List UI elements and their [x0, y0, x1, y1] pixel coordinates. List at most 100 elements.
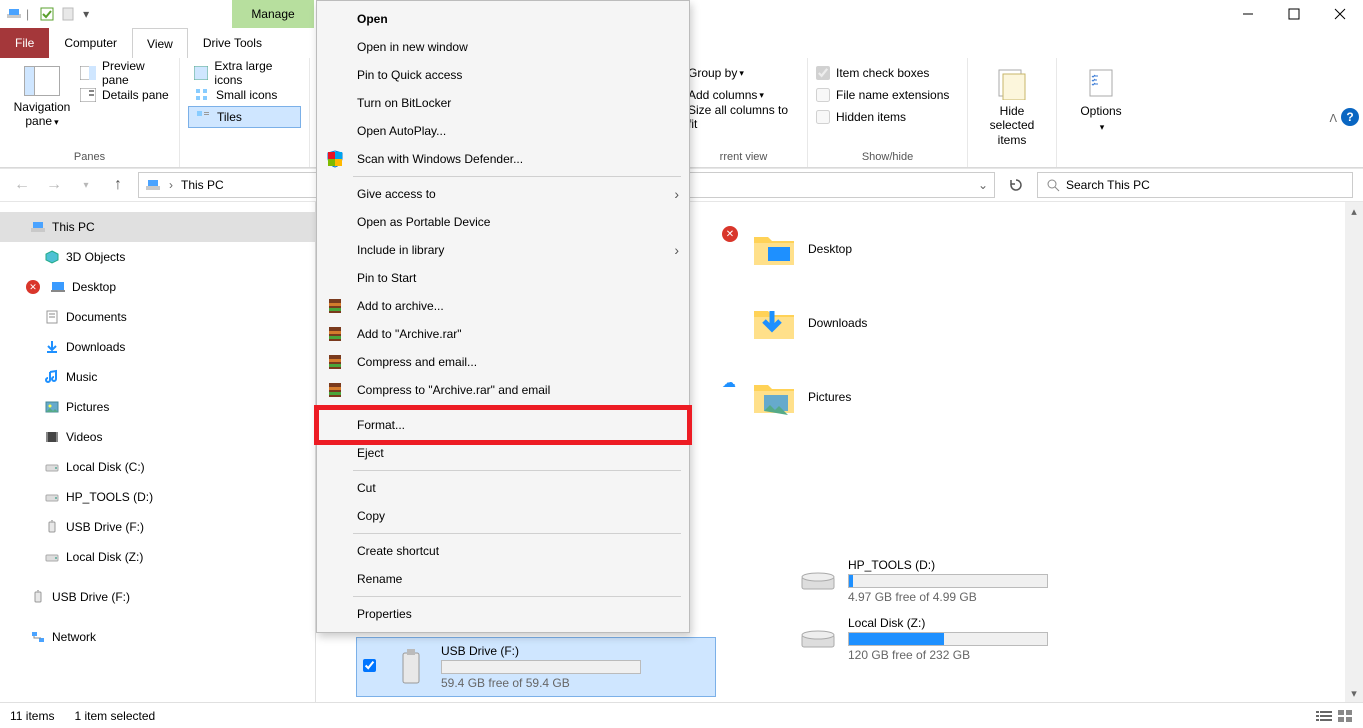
file-name-extensions-toggle[interactable]: File name extensions [816, 84, 959, 106]
tree-item-downloads[interactable]: Downloads [0, 332, 315, 362]
tree-item-label: HP_TOOLS (D:) [66, 490, 153, 504]
drive-tile-hp-tools-d-[interactable]: HP_TOOLS (D:)4.97 GB free of 4.99 GB [792, 552, 1152, 610]
size-all-columns-button[interactable]: Size all columns to fit [688, 106, 799, 128]
menu-item-pin-to-start[interactable]: Pin to Start [317, 264, 689, 292]
navigation-pane-button[interactable]: Navigationpane▾ [8, 62, 76, 129]
menu-item-label: Give access to [357, 187, 436, 201]
current-view-label: rrent view [680, 151, 807, 163]
content-scrollbar[interactable]: ▴ ▾ [1345, 202, 1363, 702]
options-button[interactable]: Options ▾ [1065, 62, 1137, 133]
menu-item-turn-on-bitlocker[interactable]: Turn on BitLocker [317, 89, 689, 117]
maximize-button[interactable] [1271, 0, 1317, 28]
menu-item-pin-to-quick-access[interactable]: Pin to Quick access [317, 61, 689, 89]
music-icon [44, 369, 60, 385]
cloud-icon: ☁ [722, 374, 736, 391]
scroll-down-icon[interactable]: ▾ [1345, 684, 1363, 702]
recent-locations-icon[interactable]: ▾ [74, 180, 98, 191]
menu-item-label: Add to "Archive.rar" [357, 327, 462, 341]
hidden-items-toggle[interactable]: Hidden items [816, 106, 959, 128]
menu-item-create-shortcut[interactable]: Create shortcut [317, 537, 689, 565]
address-chevron-icon[interactable]: › [169, 178, 173, 192]
tab-view[interactable]: View [132, 28, 188, 58]
menu-item-eject[interactable]: Eject [317, 439, 689, 467]
menu-item-open[interactable]: Open [317, 5, 689, 33]
close-button[interactable] [1317, 0, 1363, 28]
tab-drive-tools[interactable]: Drive Tools [188, 28, 277, 58]
menu-item-properties[interactable]: Properties [317, 600, 689, 628]
drive-name: USB Drive (F:) [441, 644, 709, 658]
menu-item-label: Include in library [357, 243, 444, 257]
tree-item-this-pc[interactable]: This PC [0, 212, 315, 242]
view-tiles-icon[interactable] [1337, 709, 1355, 723]
drive-tile-local-disk-z-[interactable]: Local Disk (Z:)120 GB free of 232 GB [792, 610, 1152, 668]
drive-tile-usb-f[interactable]: USB Drive (F:) 59.4 GB free of 59.4 GB [356, 637, 716, 697]
layout-extra-large-icons[interactable]: Extra large icons [188, 62, 301, 84]
tree-item-music[interactable]: Music [0, 362, 315, 392]
search-placeholder: Search This PC [1066, 178, 1150, 192]
menu-item-give-access-to[interactable]: Give access to› [317, 180, 689, 208]
menu-item-open-autoplay[interactable]: Open AutoPlay... [317, 117, 689, 145]
tree-item-local-disk-z-[interactable]: Local Disk (Z:) [0, 542, 315, 572]
menu-item-rename[interactable]: Rename [317, 565, 689, 593]
folder-tile-desktop[interactable]: ✕Desktop [746, 212, 871, 286]
menu-item-include-in-library[interactable]: Include in library› [317, 236, 689, 264]
details-pane-button[interactable]: Details pane [76, 84, 171, 106]
tab-computer[interactable]: Computer [49, 28, 132, 58]
address-dropdown-icon[interactable]: ⌄ [978, 178, 988, 192]
hide-selected-items-button[interactable]: Hide selecteditems [976, 62, 1048, 147]
menu-item-add-to-archive-rar[interactable]: Add to "Archive.rar" [317, 320, 689, 348]
tree-item-hp-tools-d-[interactable]: HP_TOOLS (D:) [0, 482, 315, 512]
manage-context-tab[interactable]: Manage [232, 0, 314, 28]
tree-item-videos[interactable]: Videos [0, 422, 315, 452]
tree-item-label: Local Disk (C:) [66, 460, 145, 474]
tree-item-usb-drive-f-[interactable]: USB Drive (F:) [0, 512, 315, 542]
navigation-tree[interactable]: This PC3D Objects✕DesktopDocuments Downlo… [0, 202, 316, 702]
menu-item-cut[interactable]: Cut [317, 474, 689, 502]
menu-item-compress-to-archive-rar-and-email[interactable]: Compress to "Archive.rar" and email [317, 376, 689, 404]
tree-item-documents[interactable]: Documents [0, 302, 315, 332]
layout-small-icons[interactable]: Small icons [188, 84, 301, 106]
group-by-button[interactable]: Group by▾ [688, 62, 799, 84]
folder-tile-downloads[interactable]: Downloads [746, 286, 871, 360]
usb-icon [44, 519, 60, 535]
item-check-boxes-toggle[interactable]: Item check boxes [816, 62, 959, 84]
menu-item-label: Add to archive... [357, 299, 444, 313]
qat-dropdown-icon[interactable]: ▾ [83, 7, 89, 21]
minimize-button[interactable] [1225, 0, 1271, 28]
menu-item-compress-and-email[interactable]: Compress and email... [317, 348, 689, 376]
tree-item-pictures[interactable]: Pictures [0, 392, 315, 422]
tree-item-usb-drive-f-[interactable]: USB Drive (F:) [0, 582, 315, 612]
tree-item-network[interactable]: Network [0, 622, 315, 652]
folder-label: Downloads [808, 316, 867, 330]
layout-tiles[interactable]: Tiles [188, 106, 301, 128]
tree-item-3d-objects[interactable]: 3D Objects [0, 242, 315, 272]
menu-item-add-to-archive[interactable]: Add to archive... [317, 292, 689, 320]
menu-item-open-as-portable-device[interactable]: Open as Portable Device [317, 208, 689, 236]
qat-new-folder-icon[interactable] [61, 6, 77, 22]
tree-item-desktop[interactable]: ✕Desktop [0, 272, 315, 302]
address-location[interactable]: This PC [181, 178, 224, 192]
menu-item-scan-with-windows-defender[interactable]: Scan with Windows Defender... [317, 145, 689, 173]
menu-item-open-in-new-window[interactable]: Open in new window [317, 33, 689, 61]
refresh-button[interactable] [1003, 172, 1029, 198]
forward-button[interactable]: → [42, 176, 66, 194]
qat-properties-icon[interactable] [39, 6, 55, 22]
menu-item-format[interactable]: Format... [317, 411, 689, 439]
search-box[interactable]: Search This PC [1037, 172, 1353, 198]
drive-checkbox[interactable] [363, 659, 376, 672]
view-details-icon[interactable] [1315, 709, 1333, 723]
help-icon[interactable]: ? [1341, 108, 1359, 126]
back-button[interactable]: ← [10, 176, 34, 194]
folder-label: Desktop [808, 242, 852, 256]
collapse-ribbon-icon[interactable]: ᐱ [1329, 112, 1337, 125]
preview-pane-button[interactable]: Preview pane [76, 62, 171, 84]
address-pc-icon [145, 177, 161, 193]
folder-tile-pictures[interactable]: ☁Pictures [746, 360, 871, 434]
menu-item-copy[interactable]: Copy [317, 502, 689, 530]
tree-item-label: Downloads [66, 340, 125, 354]
tab-file[interactable]: File [0, 28, 49, 58]
tree-item-local-disk-c-[interactable]: Local Disk (C:) [0, 452, 315, 482]
menu-item-label: Pin to Start [357, 271, 416, 285]
up-button[interactable]: ↑ [106, 176, 130, 194]
scroll-up-icon[interactable]: ▴ [1345, 202, 1363, 220]
